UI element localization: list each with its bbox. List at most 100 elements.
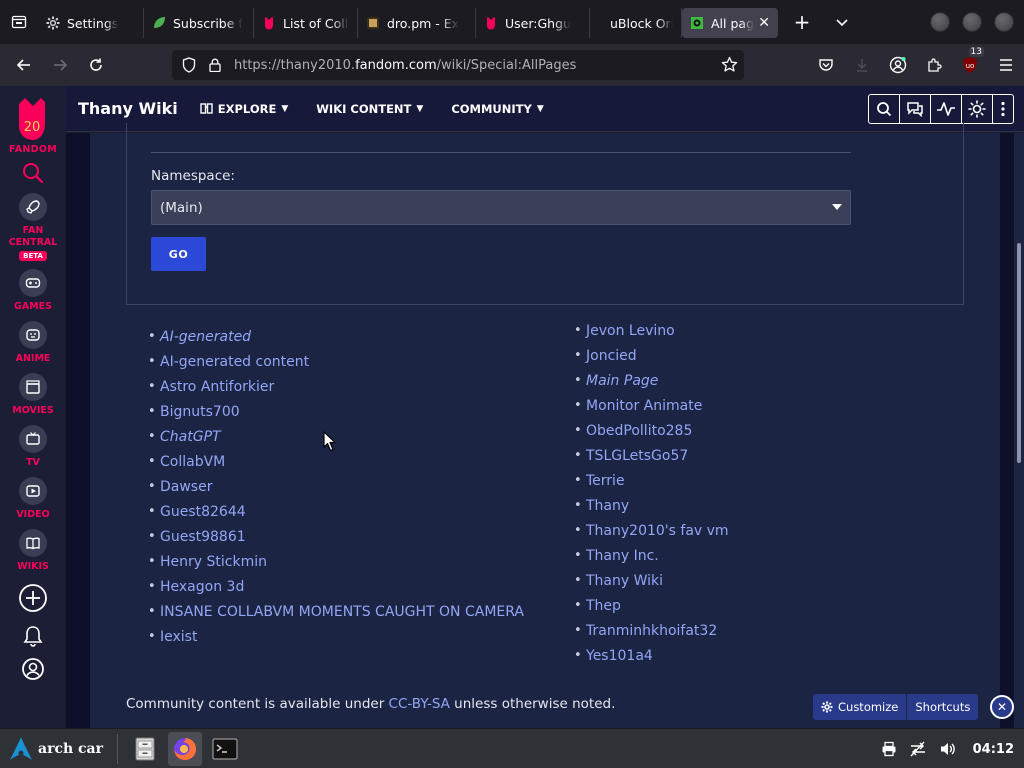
theme-toggle-button[interactable] bbox=[962, 95, 993, 123]
page-link[interactable]: TSLGLetsGo57 bbox=[586, 448, 688, 464]
page-link[interactable]: Thany Wiki bbox=[586, 573, 663, 589]
account-button[interactable] bbox=[880, 44, 916, 86]
arch-logo-icon bbox=[10, 736, 32, 760]
page-link[interactable]: AI-generated content bbox=[160, 354, 309, 370]
back-button[interactable] bbox=[6, 49, 42, 81]
rail-item-anime[interactable]: ANIME bbox=[16, 321, 50, 365]
more-actions-button[interactable] bbox=[993, 95, 1013, 123]
page-link[interactable]: Iexist bbox=[160, 629, 197, 645]
namespace-select[interactable]: (Main) bbox=[151, 190, 851, 225]
fandom-wordmark[interactable]: FANDOM bbox=[9, 144, 57, 155]
page-link[interactable]: Guest98861 bbox=[160, 529, 246, 545]
app-menu-button[interactable] bbox=[988, 44, 1024, 86]
page-link[interactable]: Main Page bbox=[586, 373, 658, 389]
customize-button[interactable]: Customize bbox=[813, 694, 906, 720]
rail-item-video[interactable]: VIDEO bbox=[16, 477, 50, 521]
page-link[interactable]: Dawser bbox=[160, 479, 212, 495]
close-tab-icon[interactable]: ✕ bbox=[754, 15, 770, 31]
page-link[interactable]: Tranminhkhoifat32 bbox=[586, 623, 717, 639]
page-link[interactable]: Joncied bbox=[586, 348, 637, 364]
taskbar-terminal[interactable] bbox=[208, 732, 242, 766]
start-menu-button[interactable]: arch car bbox=[8, 729, 103, 768]
taskbar-clock[interactable]: 04:12 bbox=[973, 742, 1014, 757]
page-link[interactable]: Jevon Levino bbox=[586, 323, 675, 339]
page-link[interactable]: Guest82644 bbox=[160, 504, 246, 520]
printer-icon[interactable] bbox=[881, 741, 897, 757]
browser-tab[interactable]: Settings bbox=[38, 8, 144, 38]
rail-item-wikis[interactable]: WIKIS bbox=[17, 529, 49, 573]
go-button[interactable]: GO bbox=[151, 237, 206, 271]
nav-wiki-content[interactable]: WIKI CONTENT ▼ bbox=[316, 102, 423, 116]
page-link[interactable]: Terrie bbox=[586, 473, 625, 489]
page-link[interactable]: ObedPollito285 bbox=[586, 423, 692, 439]
rail-user-button[interactable] bbox=[21, 657, 45, 681]
gamepad-icon bbox=[19, 269, 47, 297]
tracking-protection-shield-icon[interactable] bbox=[176, 57, 202, 73]
close-customize-button[interactable]: ✕ bbox=[990, 695, 1014, 719]
page-link[interactable]: Henry Stickmin bbox=[160, 554, 267, 570]
page-list-item: Henry Stickmin bbox=[148, 549, 524, 574]
rail-notifications-button[interactable] bbox=[23, 625, 43, 647]
discussions-button[interactable] bbox=[900, 95, 931, 123]
browser-tab[interactable]: List of Colla bbox=[254, 8, 358, 38]
browser-tab[interactable]: All pages✕ bbox=[682, 8, 778, 38]
wiki-name[interactable]: Thany Wiki bbox=[78, 99, 178, 118]
anime-face-icon bbox=[19, 321, 47, 349]
forward-button[interactable] bbox=[42, 49, 78, 81]
taskbar-file-manager[interactable] bbox=[128, 732, 162, 766]
bookmark-star-icon[interactable] bbox=[721, 56, 738, 77]
page-list-item: AI-generated content bbox=[148, 349, 524, 374]
recent-activity-button[interactable] bbox=[931, 95, 962, 123]
page-link[interactable]: Thany bbox=[586, 498, 629, 514]
pocket-button[interactable] bbox=[808, 44, 844, 86]
page-link[interactable]: Thany Inc. bbox=[586, 548, 659, 564]
network-transfer-icon[interactable] bbox=[909, 741, 927, 757]
page-link[interactable]: Monitor Animate bbox=[586, 398, 702, 414]
url-bar[interactable]: https://thany2010.fandom.com/wiki/Specia… bbox=[172, 50, 744, 80]
ublock-origin-button[interactable]: uo 13 bbox=[952, 44, 988, 86]
close-window-button[interactable] bbox=[994, 12, 1014, 32]
page-link[interactable]: Yes101a4 bbox=[586, 648, 653, 664]
page-link[interactable]: CollabVM bbox=[160, 454, 225, 470]
rail-item-tv[interactable]: TV bbox=[19, 425, 47, 469]
page-link[interactable]: Bignuts700 bbox=[160, 404, 240, 420]
rail-create-button[interactable] bbox=[18, 583, 48, 613]
rail-item-fan-central[interactable]: FAN CENTRAL BETA bbox=[9, 193, 57, 261]
downloads-button[interactable] bbox=[844, 44, 880, 86]
reload-button[interactable] bbox=[78, 49, 114, 81]
taskbar-firefox[interactable] bbox=[168, 731, 202, 766]
firefox-view-button[interactable] bbox=[0, 0, 38, 44]
padlock-icon[interactable] bbox=[202, 58, 228, 72]
shortcuts-button[interactable]: Shortcuts bbox=[906, 694, 978, 720]
fandom-logo[interactable]: 20 bbox=[11, 94, 55, 142]
page-link[interactable]: Astro Antiforkier bbox=[160, 379, 274, 395]
discussions-icon bbox=[907, 102, 923, 117]
page-link[interactable]: Thany2010's fav vm bbox=[586, 523, 729, 539]
page-link[interactable]: Thep bbox=[586, 598, 621, 614]
rail-item-games[interactable]: GAMES bbox=[14, 269, 52, 313]
nav-community[interactable]: COMMUNITY ▼ bbox=[451, 102, 543, 116]
browser-tab[interactable]: User:Ghgu bbox=[476, 8, 590, 38]
browser-tab[interactable]: Subscribe f bbox=[144, 8, 254, 38]
scrollbar-thumb[interactable] bbox=[1017, 243, 1021, 463]
maximize-window-button[interactable] bbox=[962, 12, 982, 32]
license-link[interactable]: CC-BY-SA bbox=[389, 696, 450, 712]
new-tab-button[interactable]: + bbox=[782, 0, 822, 44]
page-scrollbar[interactable] bbox=[1014, 133, 1024, 728]
browser-tab[interactable]: uBlock Orig bbox=[590, 8, 682, 38]
volume-icon[interactable] bbox=[939, 741, 957, 757]
url-text[interactable]: https://thany2010.fandom.com/wiki/Specia… bbox=[234, 58, 576, 73]
rail-search[interactable] bbox=[21, 161, 45, 185]
minimize-window-button[interactable] bbox=[930, 12, 950, 32]
wiki-search-button[interactable] bbox=[869, 95, 900, 123]
extensions-button[interactable] bbox=[916, 44, 952, 86]
fandom-icon bbox=[262, 16, 276, 30]
list-all-tabs-button[interactable] bbox=[822, 0, 862, 44]
rail-item-movies[interactable]: MOVIES bbox=[12, 373, 54, 417]
page-link[interactable]: AI-generated bbox=[160, 329, 251, 345]
browser-tab[interactable]: dro.pm - Ex bbox=[358, 8, 476, 38]
page-link[interactable]: Hexagon 3d bbox=[160, 579, 244, 595]
page-link[interactable]: ChatGPT bbox=[160, 429, 221, 445]
page-link[interactable]: INSANE COLLABVM MOMENTS CAUGHT ON CAMERA bbox=[160, 604, 524, 620]
nav-explore[interactable]: EXPLORE ▼ bbox=[200, 102, 288, 116]
